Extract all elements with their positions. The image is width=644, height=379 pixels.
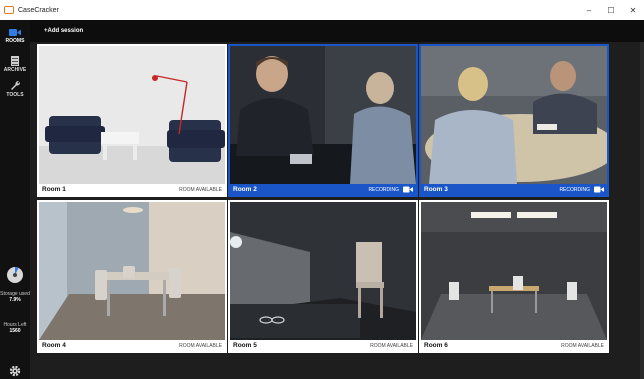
add-session-button[interactable]: +Add session [44,28,83,34]
archive-icon [11,56,19,66]
room-preview-image [39,202,225,340]
room-name: Room 4 [42,342,66,349]
room-footer: Room 6 ROOM AVAILABLE [421,340,607,351]
app-title: CaseCracker [18,6,59,14]
room-status: RECORDING [559,186,604,193]
room-tile-5[interactable]: Room 5 ROOM AVAILABLE [228,200,418,353]
wrench-icon [10,80,20,90]
sidebar-item-tools[interactable]: TOOLS [0,80,30,102]
sidebar-item-label: TOOLS [6,92,24,98]
gear-icon[interactable] [9,365,21,377]
hours-stat: Hours Left 1560 [0,322,30,334]
room-grid: Room 1 ROOM AVAILABLE Room 2 RECORDING R… [30,42,644,379]
room-preview-image [39,46,225,184]
room-name: Room 1 [42,186,66,193]
room-tile-2[interactable]: Room 2 RECORDING [228,44,418,197]
room-preview-image [230,202,416,340]
top-bar: +Add session [30,20,644,42]
close-button[interactable]: ✕ [622,0,644,20]
title-bar: CaseCracker ‒ ☐ ✕ [0,0,644,20]
camera-icon [9,29,21,36]
room-status-label: RECORDING [368,186,399,193]
room-name: Room 2 [233,186,257,193]
room-footer: Room 3 RECORDING [421,184,607,195]
recording-camera-icon [403,186,413,193]
room-tile-6[interactable]: Room 6 ROOM AVAILABLE [419,200,609,353]
room-tile-4[interactable]: Room 4 ROOM AVAILABLE [37,200,227,353]
sidebar: ROOMS ARCHIVE TOOLS Storage used 7.9% Ho… [0,20,30,379]
room-footer: Room 2 RECORDING [230,184,416,195]
room-status: ROOM AVAILABLE [179,342,222,349]
room-name: Room 3 [424,186,448,193]
room-name: Room 5 [233,342,257,349]
sidebar-item-label: ROOMS [5,38,25,44]
room-preview-image [421,46,607,184]
room-status: ROOM AVAILABLE [179,186,222,193]
maximize-button[interactable]: ☐ [600,0,622,20]
room-name: Room 6 [424,342,448,349]
room-footer: Room 4 ROOM AVAILABLE [39,340,225,351]
room-status: ROOM AVAILABLE [370,342,413,349]
room-footer: Room 1 ROOM AVAILABLE [39,184,225,195]
sidebar-item-rooms[interactable]: ROOMS [0,28,30,50]
room-tile-3[interactable]: Room 3 RECORDING [419,44,609,197]
window-controls: ‒ ☐ ✕ [578,0,644,20]
room-status: RECORDING [368,186,413,193]
room-preview-image [421,202,607,340]
room-tile-1[interactable]: Room 1 ROOM AVAILABLE [37,44,227,197]
room-preview-image [230,46,416,184]
storage-stat: Storage used 7.9% [0,291,30,303]
room-status: ROOM AVAILABLE [561,342,604,349]
sidebar-item-label: ARCHIVE [3,67,27,73]
minimize-button[interactable]: ‒ [578,0,600,20]
room-status-label: RECORDING [559,186,590,193]
room-footer: Room 5 ROOM AVAILABLE [230,340,416,351]
sidebar-item-archive[interactable]: ARCHIVE [0,56,30,78]
storage-gauge-icon [7,267,23,283]
hours-value: 1560 [9,328,21,334]
recording-camera-icon [594,186,604,193]
storage-value: 7.9% [9,297,21,303]
app-logo-icon [4,6,14,14]
grid-scrollbar[interactable] [640,42,644,379]
